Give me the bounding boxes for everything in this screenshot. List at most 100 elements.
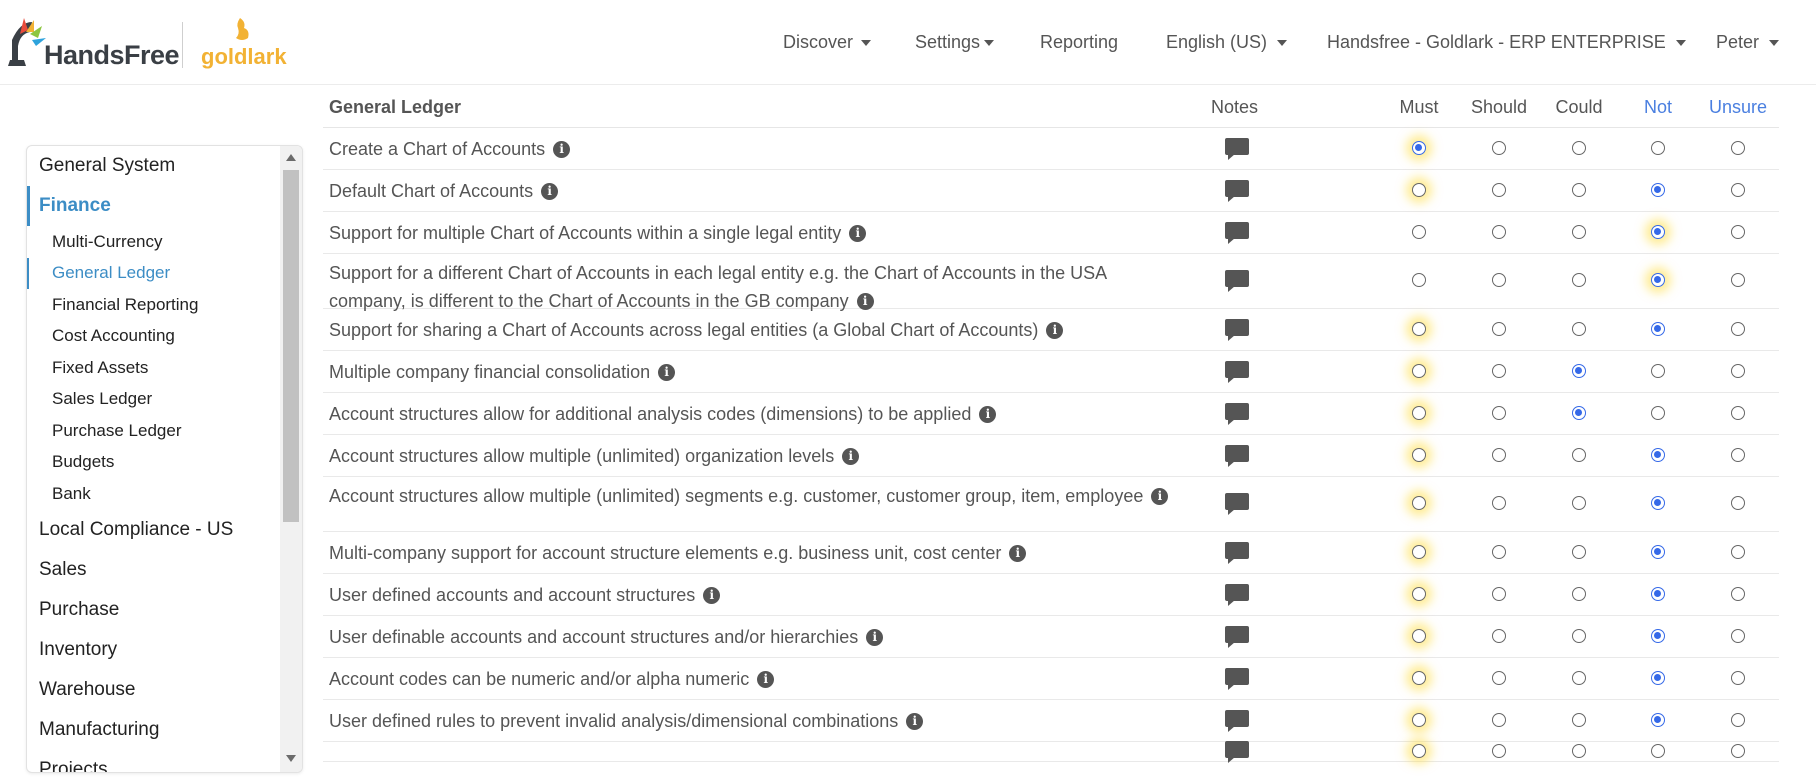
- sidebar-item-general-system[interactable]: General System: [27, 146, 277, 186]
- info-icon[interactable]: i: [658, 363, 676, 381]
- notes-comment-icon[interactable]: [1225, 740, 1249, 763]
- radio-should[interactable]: [1492, 743, 1506, 758]
- radio-unsure[interactable]: [1731, 743, 1745, 758]
- radio-must[interactable]: [1412, 447, 1426, 462]
- radio-unsure[interactable]: [1731, 670, 1745, 685]
- radio-could[interactable]: [1572, 628, 1586, 643]
- radio-must[interactable]: [1412, 363, 1426, 378]
- scroll-up-icon[interactable]: [286, 154, 296, 161]
- scroll-down-icon[interactable]: [286, 755, 296, 762]
- sidebar-item-budgets[interactable]: Budgets: [27, 447, 277, 479]
- radio-should[interactable]: [1492, 712, 1506, 727]
- radio-unsure[interactable]: [1731, 447, 1745, 462]
- radio-could[interactable]: [1572, 405, 1586, 420]
- radio-should[interactable]: [1492, 586, 1506, 601]
- info-icon[interactable]: i: [906, 712, 924, 730]
- sidebar-item-general-ledger[interactable]: General Ledger: [27, 257, 277, 289]
- radio-not[interactable]: [1651, 447, 1665, 462]
- notes-comment-icon[interactable]: [1225, 137, 1249, 160]
- radio-must[interactable]: [1412, 182, 1426, 197]
- info-icon[interactable]: i: [979, 405, 997, 423]
- radio-could[interactable]: [1572, 743, 1586, 758]
- sidebar-item-purchase[interactable]: Purchase: [27, 590, 277, 630]
- radio-not[interactable]: [1651, 405, 1665, 420]
- sidebar-item-multi-currency[interactable]: Multi-Currency: [27, 226, 277, 258]
- radio-unsure[interactable]: [1731, 544, 1745, 559]
- radio-unsure[interactable]: [1731, 712, 1745, 727]
- notes-comment-icon[interactable]: [1225, 221, 1249, 244]
- radio-not[interactable]: [1651, 586, 1665, 601]
- radio-should[interactable]: [1492, 496, 1506, 510]
- nav-reporting[interactable]: Reporting: [1040, 0, 1118, 84]
- radio-should[interactable]: [1492, 544, 1506, 559]
- radio-should[interactable]: [1492, 321, 1506, 336]
- info-icon[interactable]: i: [856, 292, 874, 310]
- info-icon[interactable]: i: [842, 447, 860, 465]
- info-icon[interactable]: i: [703, 586, 721, 604]
- info-icon[interactable]: i: [1046, 321, 1064, 339]
- sidebar-item-sales-ledger[interactable]: Sales Ledger: [27, 384, 277, 416]
- radio-could[interactable]: [1572, 321, 1586, 336]
- radio-unsure[interactable]: [1731, 496, 1745, 510]
- radio-should[interactable]: [1492, 447, 1506, 462]
- radio-should[interactable]: [1492, 224, 1506, 239]
- sidebar-item-manufacturing[interactable]: Manufacturing: [27, 710, 277, 750]
- radio-could[interactable]: [1572, 670, 1586, 685]
- radio-could[interactable]: [1572, 273, 1586, 287]
- radio-must[interactable]: [1412, 586, 1426, 601]
- radio-should[interactable]: [1492, 363, 1506, 378]
- sidebar-item-purchase-ledger[interactable]: Purchase Ledger: [27, 415, 277, 447]
- notes-comment-icon[interactable]: [1225, 625, 1249, 648]
- sidebar-scrollbar[interactable]: [280, 146, 302, 772]
- info-icon[interactable]: i: [541, 182, 559, 200]
- sidebar-item-fixed-assets[interactable]: Fixed Assets: [27, 352, 277, 384]
- radio-could[interactable]: [1572, 182, 1586, 197]
- nav-settings[interactable]: Settings: [915, 0, 995, 84]
- notes-comment-icon[interactable]: [1225, 541, 1249, 564]
- radio-must[interactable]: [1412, 321, 1426, 336]
- radio-should[interactable]: [1492, 182, 1506, 197]
- radio-must[interactable]: [1412, 405, 1426, 420]
- radio-not[interactable]: [1651, 544, 1665, 559]
- radio-unsure[interactable]: [1731, 586, 1745, 601]
- radio-could[interactable]: [1572, 224, 1586, 239]
- brand-logo[interactable]: HandsFree goldlark: [6, 14, 306, 74]
- radio-unsure[interactable]: [1731, 321, 1745, 336]
- info-icon[interactable]: i: [553, 140, 571, 158]
- radio-not[interactable]: [1651, 712, 1665, 727]
- radio-could[interactable]: [1572, 140, 1586, 155]
- sidebar-item-financial-reporting[interactable]: Financial Reporting: [27, 289, 277, 321]
- sidebar-item-finance[interactable]: Finance: [27, 186, 277, 226]
- radio-could[interactable]: [1572, 712, 1586, 727]
- sidebar-item-local-compliance-us[interactable]: Local Compliance - US: [27, 510, 277, 550]
- info-icon[interactable]: i: [1151, 487, 1169, 505]
- radio-could[interactable]: [1572, 544, 1586, 559]
- radio-not[interactable]: [1651, 224, 1665, 239]
- radio-must[interactable]: [1412, 224, 1426, 239]
- radio-should[interactable]: [1492, 628, 1506, 643]
- radio-not[interactable]: [1651, 743, 1665, 758]
- notes-comment-icon[interactable]: [1225, 583, 1249, 606]
- radio-should[interactable]: [1492, 405, 1506, 420]
- radio-not[interactable]: [1651, 363, 1665, 378]
- radio-unsure[interactable]: [1731, 363, 1745, 378]
- radio-must[interactable]: [1412, 140, 1426, 155]
- radio-unsure[interactable]: [1731, 273, 1745, 287]
- notes-comment-icon[interactable]: [1225, 179, 1249, 202]
- sidebar-item-sales[interactable]: Sales: [27, 550, 277, 590]
- radio-unsure[interactable]: [1731, 628, 1745, 643]
- notes-comment-icon[interactable]: [1225, 360, 1249, 383]
- sidebar-item-inventory[interactable]: Inventory: [27, 630, 277, 670]
- radio-must[interactable]: [1412, 628, 1426, 643]
- radio-unsure[interactable]: [1731, 224, 1745, 239]
- radio-must[interactable]: [1412, 743, 1426, 758]
- info-icon[interactable]: i: [757, 670, 775, 688]
- radio-must[interactable]: [1412, 670, 1426, 685]
- radio-not[interactable]: [1651, 496, 1665, 510]
- radio-could[interactable]: [1572, 496, 1586, 510]
- notes-comment-icon[interactable]: [1225, 493, 1249, 515]
- radio-unsure[interactable]: [1731, 140, 1745, 155]
- info-icon[interactable]: i: [866, 628, 884, 646]
- radio-must[interactable]: [1412, 712, 1426, 727]
- radio-not[interactable]: [1651, 628, 1665, 643]
